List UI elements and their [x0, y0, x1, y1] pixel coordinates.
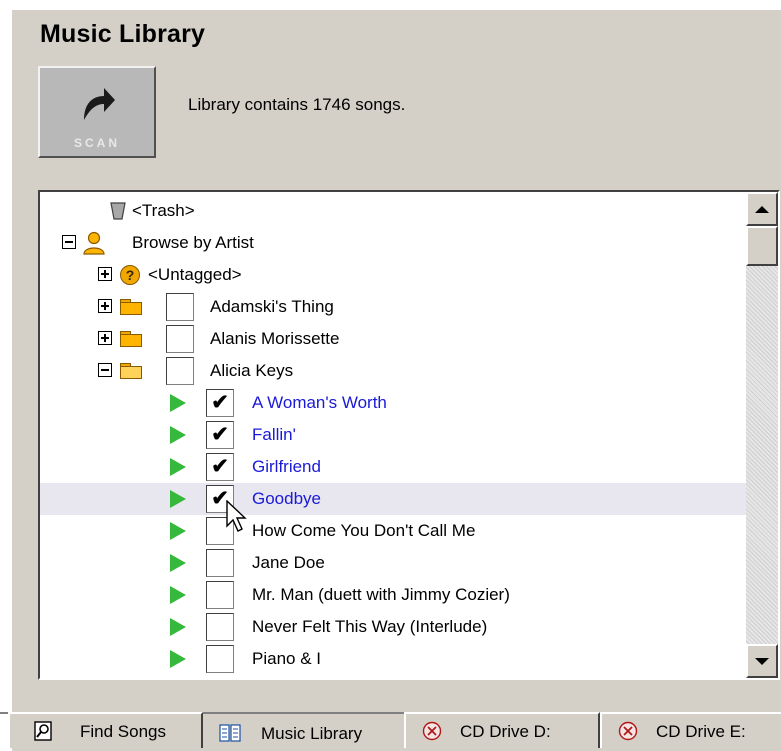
song-checkbox[interactable] — [206, 645, 234, 673]
play-icon[interactable] — [170, 394, 186, 412]
expand-toggle[interactable] — [98, 267, 112, 281]
tree-item-label: Alanis Morissette — [210, 329, 340, 348]
tab-find-songs[interactable]: Find Songs — [8, 712, 203, 748]
song-title: Jane Doe — [252, 553, 325, 572]
play-icon[interactable] — [170, 586, 186, 604]
artist-checkbox[interactable] — [166, 357, 194, 385]
song-title: Fallin' — [252, 425, 296, 444]
song-checkbox[interactable]: ✔ — [206, 389, 234, 417]
vertical-scrollbar[interactable] — [746, 192, 778, 678]
tree-item-browse-by-artist[interactable]: Browse by Artist — [40, 227, 746, 259]
bottom-tab-bar: Find Songs Music Library CD Drive D: CD … — [0, 712, 781, 751]
window-top-edge — [0, 0, 781, 10]
question-icon: ? — [120, 265, 140, 285]
play-icon[interactable] — [170, 458, 186, 476]
play-icon[interactable] — [170, 650, 186, 668]
scan-button[interactable]: SCAN — [38, 66, 156, 158]
tree-item-label: Browse by Artist — [132, 233, 254, 252]
song-title: How Come You Don't Call Me — [252, 521, 476, 540]
expand-toggle[interactable] — [98, 331, 112, 345]
song-title: A Woman's Worth — [252, 393, 387, 412]
mouse-pointer-icon — [226, 500, 247, 532]
tree-item-artist[interactable]: Alicia Keys — [40, 355, 746, 387]
person-icon — [83, 231, 105, 255]
tab-label: CD Drive E: — [656, 722, 746, 741]
play-icon[interactable] — [170, 618, 186, 636]
song-row[interactable]: ✔ Fallin' — [40, 419, 746, 451]
scan-button-label: SCAN — [73, 136, 120, 150]
artist-checkbox[interactable] — [166, 293, 194, 321]
books-icon — [219, 724, 241, 742]
tab-cd-drive-d[interactable]: CD Drive D: — [404, 712, 600, 748]
song-title: Piano & I — [252, 649, 321, 668]
scroll-up-button[interactable] — [746, 192, 778, 226]
page-title: Music Library — [40, 20, 206, 48]
tab-cd-drive-e[interactable]: CD Drive E: — [600, 712, 781, 748]
tree-item-artist[interactable]: Adamski's Thing — [40, 291, 746, 323]
song-title: Girlfriend — [252, 457, 321, 476]
song-checkbox[interactable] — [206, 549, 234, 577]
play-icon[interactable] — [170, 554, 186, 572]
curved-arrow-icon — [84, 88, 115, 120]
library-tree[interactable]: <Trash> Browse by Artist ? <Untagged> Ad… — [38, 190, 780, 680]
tree-item-label: <Trash> — [132, 201, 195, 220]
song-row[interactable]: Never Felt This Way (Interlude) — [40, 611, 746, 643]
tree-item-label: Alicia Keys — [210, 361, 294, 380]
song-row[interactable]: Jane Doe — [40, 547, 746, 579]
collapse-toggle[interactable] — [62, 235, 76, 249]
song-row[interactable]: Piano & I — [40, 643, 746, 675]
song-row[interactable]: Mr. Man (duett with Jimmy Cozier) — [40, 579, 746, 611]
song-row[interactable]: How Come You Don't Call Me — [40, 515, 746, 547]
tree-item-label: Adamski's Thing — [210, 297, 334, 316]
tree-item-untagged[interactable]: ? <Untagged> — [40, 259, 746, 291]
folder-icon — [120, 299, 142, 315]
tree-item-trash[interactable]: <Trash> — [40, 195, 746, 227]
tab-music-library[interactable]: Music Library — [205, 714, 402, 750]
song-checkbox[interactable]: ✔ — [206, 453, 234, 481]
song-row[interactable]: ✔ Girlfriend — [40, 451, 746, 483]
song-title: Goodbye — [252, 489, 321, 508]
song-checkbox[interactable] — [206, 581, 234, 609]
trash-icon — [110, 202, 126, 220]
song-row[interactable]: ✔ A Woman's Worth — [40, 387, 746, 419]
library-status-text: Library contains 1746 songs. — [188, 95, 406, 114]
scrollbar-thumb[interactable] — [746, 226, 778, 266]
folder-icon — [120, 331, 142, 347]
play-icon[interactable] — [170, 522, 186, 540]
artist-checkbox[interactable] — [166, 325, 194, 353]
tab-label: CD Drive D: — [460, 722, 551, 741]
song-title: Mr. Man (duett with Jimmy Cozier) — [252, 585, 510, 604]
tree-item-artist[interactable]: Alanis Morissette — [40, 323, 746, 355]
play-icon[interactable] — [170, 426, 186, 444]
song-title: Never Felt This Way (Interlude) — [252, 617, 488, 636]
tab-label: Music Library — [261, 724, 363, 743]
tab-label: Find Songs — [80, 722, 166, 741]
window-left-edge — [0, 0, 12, 751]
arrow-up-icon — [755, 205, 769, 213]
magnifier-icon — [34, 721, 52, 741]
tree-item-label: <Untagged> — [148, 265, 242, 284]
cd-icon — [618, 721, 638, 741]
cd-icon — [422, 721, 442, 741]
scroll-down-button[interactable] — [746, 644, 778, 678]
play-icon[interactable] — [170, 490, 186, 508]
collapse-toggle[interactable] — [98, 363, 112, 377]
arrow-down-icon — [755, 657, 769, 665]
song-row-selected[interactable]: ✔ Goodbye — [40, 483, 746, 515]
song-checkbox[interactable]: ✔ — [206, 421, 234, 449]
expand-toggle[interactable] — [98, 299, 112, 313]
open-folder-icon — [120, 363, 142, 379]
song-checkbox[interactable] — [206, 613, 234, 641]
